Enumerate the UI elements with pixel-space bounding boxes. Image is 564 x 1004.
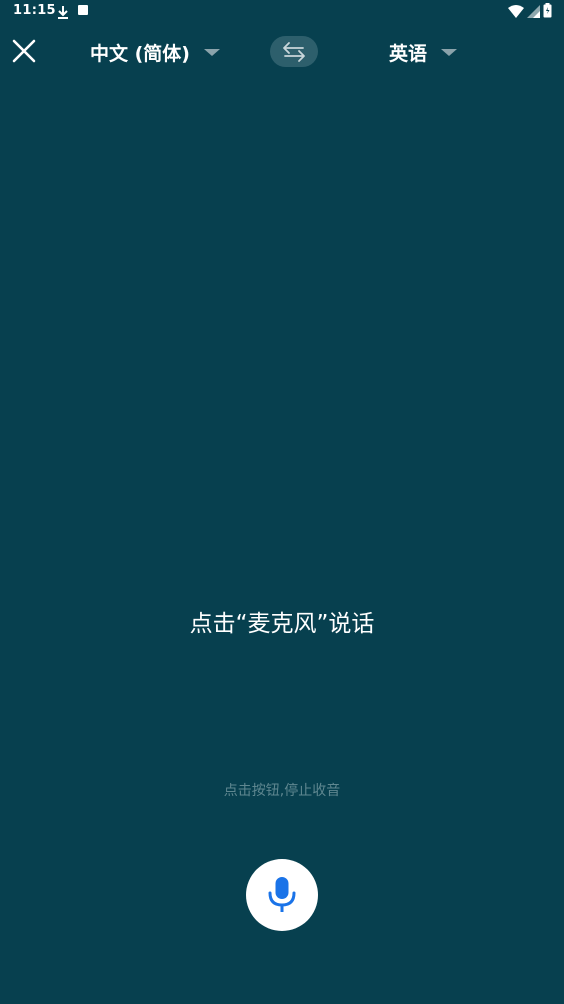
- target-language-selector[interactable]: 英语: [389, 37, 458, 67]
- microphone-button[interactable]: [246, 859, 318, 931]
- status-icons: [508, 3, 552, 22]
- chevron-down-icon: [203, 48, 220, 56]
- swap-languages-button[interactable]: [270, 36, 318, 67]
- source-language-label: 中文 (简体): [90, 42, 190, 65]
- voice-translate-screen: 11:15 中文 (简体) 英语 点击“麦克风”说话 点击按钮,停止收音: [0, 0, 564, 1004]
- microphone-icon: [268, 877, 296, 912]
- status-time: 11:15: [13, 3, 56, 18]
- download-icon: [57, 4, 69, 23]
- chevron-down-icon: [441, 48, 458, 56]
- close-button[interactable]: [10, 37, 38, 65]
- signal-icon: [527, 3, 540, 22]
- stop-recording-hint: 点击按钮,停止收音: [223, 783, 341, 799]
- notification-app-icon: [78, 5, 88, 15]
- battery-icon: [543, 3, 552, 22]
- wifi-icon: [508, 3, 524, 22]
- swap-arrows-icon: [283, 41, 305, 62]
- status-bar: 11:15: [0, 0, 564, 24]
- source-language-selector[interactable]: 中文 (简体): [90, 37, 220, 67]
- speak-prompt: 点击“麦克风”说话: [189, 611, 375, 637]
- close-icon: [12, 39, 36, 63]
- target-language-label: 英语: [389, 42, 428, 65]
